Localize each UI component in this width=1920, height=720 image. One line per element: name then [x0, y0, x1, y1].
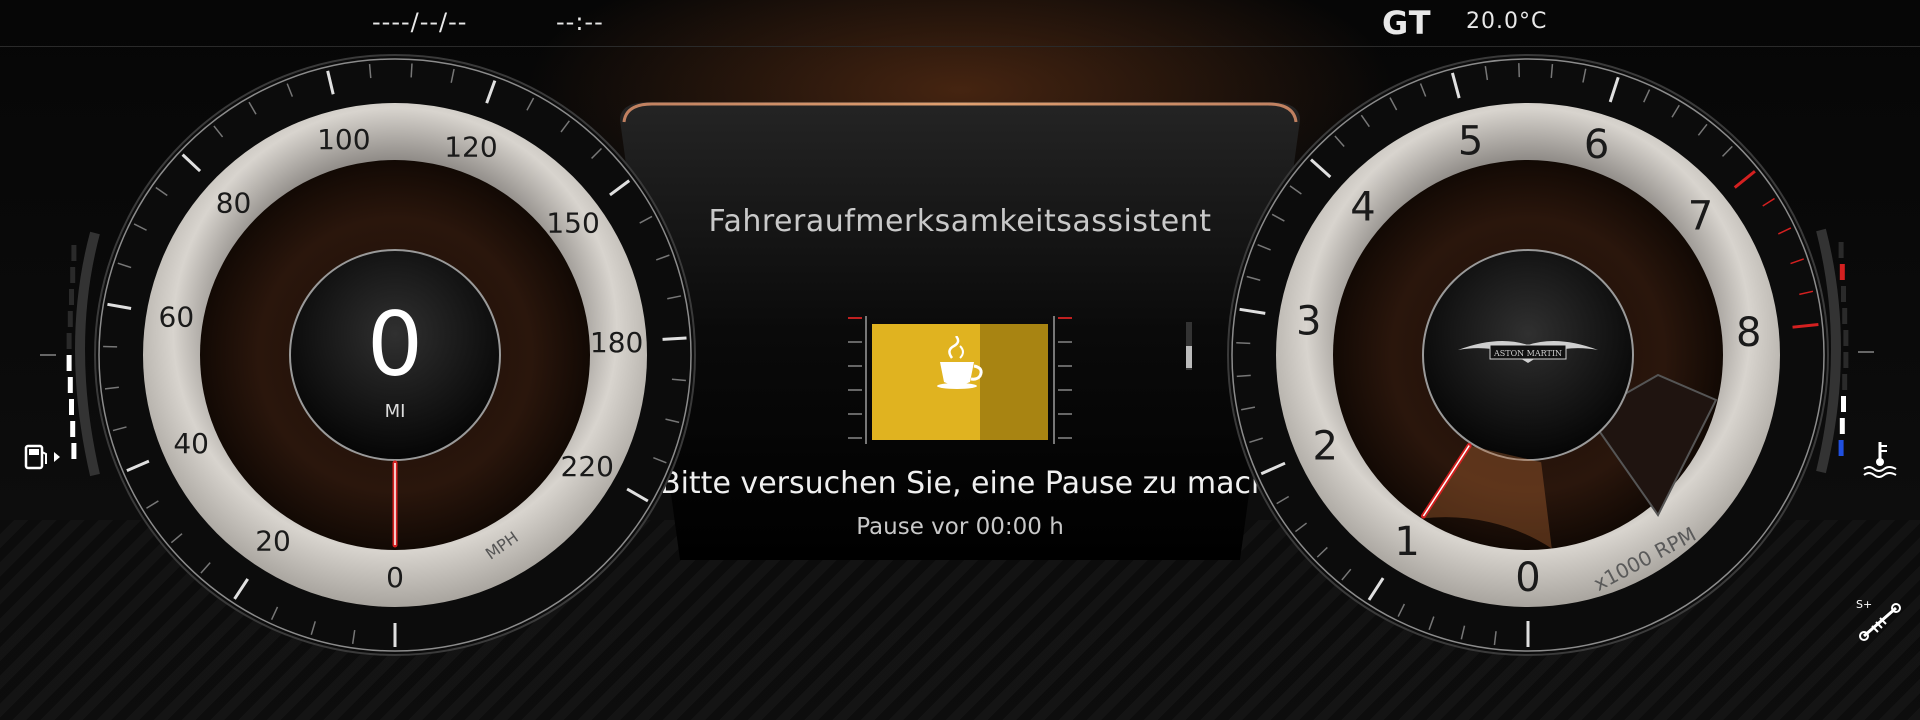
- coolant-segment: [1838, 242, 1844, 258]
- fuel-segment: [69, 289, 74, 305]
- coffee-cup-icon: [937, 336, 983, 389]
- time-display: --:--: [556, 8, 604, 36]
- suspension-mode-label: S+: [1856, 598, 1872, 611]
- pause-recommendation: Bitte versuchen Sie, eine Pause zu mache…: [660, 466, 1260, 501]
- speed-readout: 0: [367, 293, 423, 396]
- drive-mode-label: GT: [1382, 4, 1432, 42]
- coolant-segment: [1841, 286, 1846, 302]
- fuel-segment: [70, 421, 76, 437]
- status-bar: ----/--/-- --:-- GT 20.0°C: [0, 0, 1920, 47]
- pause-timer: Pause vor 00:00 h: [856, 514, 1064, 540]
- speed-label-60: 60: [159, 300, 195, 333]
- rpm-label-6: 6: [1584, 122, 1609, 168]
- fuel-segment: [71, 245, 77, 261]
- fuel-segment: [67, 311, 73, 327]
- rpm-label-7: 7: [1688, 193, 1713, 239]
- tachometer: 012345 678 ASTON MARTIN x1000 RPM: [1227, 54, 1829, 656]
- speed-label-100: 100: [317, 123, 370, 156]
- odometer-unit: MI: [385, 401, 406, 422]
- speed-tick: [410, 63, 413, 78]
- speed-label-80: 80: [216, 187, 252, 220]
- speed-label-150: 150: [546, 206, 599, 239]
- coolant-segment: [1842, 308, 1848, 324]
- outside-temperature: 20.0°C: [1466, 9, 1548, 34]
- fuel-segment: [66, 355, 72, 371]
- rpm-label-2: 2: [1312, 423, 1337, 469]
- instrument-cluster: ----/--/-- --:-- GT 20.0°C Fahreraufmerk…: [0, 0, 1920, 720]
- rpm-label-0: 0: [1515, 555, 1540, 601]
- suspension-sport-plus-icon: S+: [1856, 598, 1901, 641]
- date-display: ----/--/--: [372, 8, 468, 36]
- panel-scroll-thumb: [1186, 346, 1192, 368]
- coolant-segment: [1843, 330, 1849, 346]
- coolant-segment: [1838, 440, 1844, 456]
- coolant-segment: [1843, 352, 1849, 368]
- fuel-segment: [69, 399, 74, 415]
- speed-label-40: 40: [173, 427, 209, 460]
- rpm-tick: [1236, 342, 1251, 345]
- fuel-segment: [71, 443, 77, 459]
- coolant-segment: [1842, 374, 1848, 390]
- coolant-segment: [1841, 396, 1846, 412]
- driver-attention-panel: Fahreraufmerksamkeitsassistent Bitte ver…: [620, 100, 1300, 560]
- panel-scroll-indicator: [1186, 322, 1192, 370]
- brand-logo-text: ASTON MARTIN: [1493, 349, 1562, 358]
- rpm-label-3: 3: [1296, 298, 1321, 344]
- coolant-temperature-icon: [1863, 442, 1897, 478]
- speed-label-0: 0: [386, 561, 404, 594]
- speed-tick: [662, 336, 687, 341]
- fuel-segment: [70, 267, 76, 283]
- rpm-tick: [1236, 374, 1251, 378]
- coolant-segment: [1839, 264, 1845, 280]
- rpm-label-5: 5: [1458, 119, 1483, 165]
- rpm-label-8: 8: [1736, 310, 1761, 356]
- fuel-segment: [66, 333, 72, 349]
- speed-label-20: 20: [255, 524, 291, 557]
- rpm-label-1: 1: [1394, 519, 1419, 565]
- speedometer: 020406080100 120150180220 0 MI MPH: [94, 54, 696, 656]
- fuel-segment: [67, 377, 73, 393]
- speed-label-180: 180: [590, 326, 643, 359]
- assistant-title: Fahreraufmerksamkeitsassistent: [708, 204, 1212, 239]
- speed-label-120: 120: [444, 130, 497, 163]
- rpm-label-4: 4: [1350, 184, 1375, 230]
- fuel-pump-icon: [24, 444, 60, 470]
- speed-label-220: 220: [561, 450, 614, 483]
- coolant-segment: [1839, 418, 1845, 434]
